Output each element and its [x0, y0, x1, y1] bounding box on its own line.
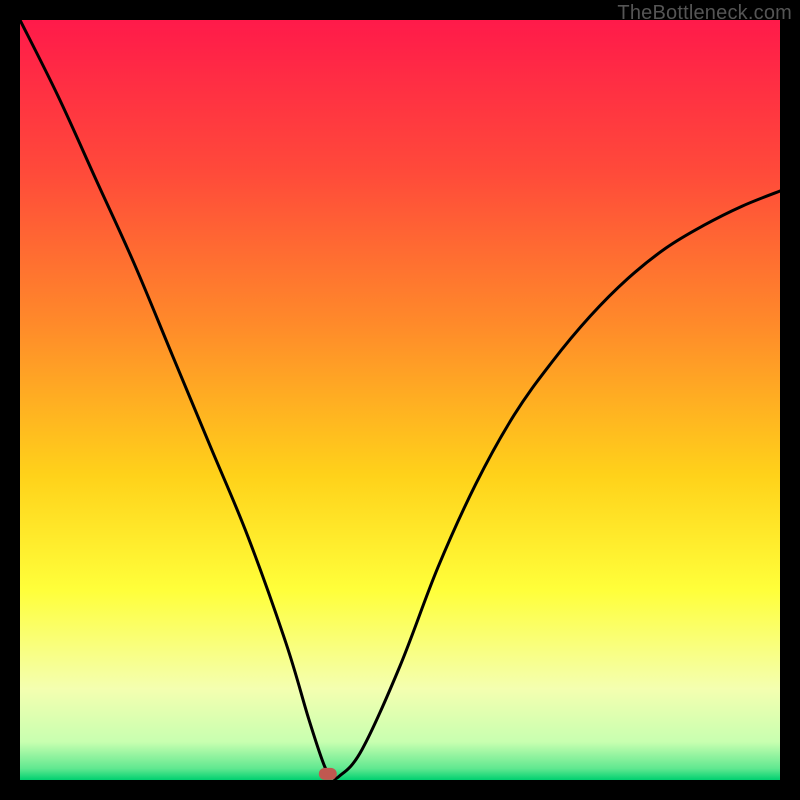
chart-container: TheBottleneck.com	[0, 0, 800, 800]
optimal-point-marker	[319, 768, 337, 780]
plot-area	[20, 20, 780, 780]
watermark-text: TheBottleneck.com	[617, 2, 792, 25]
chart-svg	[20, 20, 780, 780]
